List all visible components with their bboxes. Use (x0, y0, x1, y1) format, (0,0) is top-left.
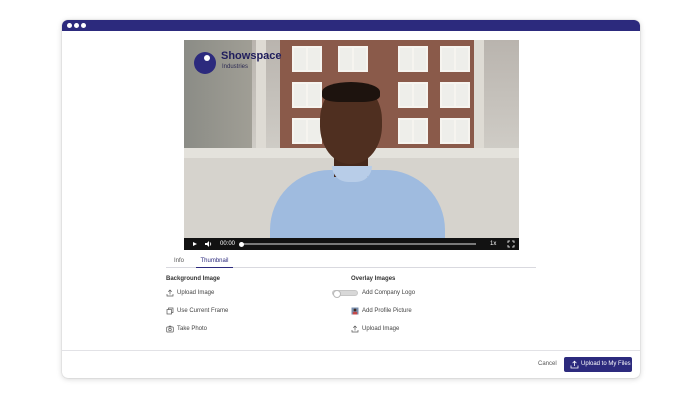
tab-bar: Info Thumbnail (166, 256, 536, 268)
upload-icon (570, 360, 579, 369)
cancel-button[interactable]: Cancel (538, 361, 557, 367)
progress-track[interactable] (240, 243, 476, 245)
tab-thumbnail[interactable]: Thumbnail (196, 256, 233, 268)
window-post (474, 40, 484, 160)
person-hair (322, 82, 380, 102)
upload-icon (351, 325, 359, 333)
progress-handle[interactable] (239, 241, 244, 247)
upload-icon (166, 289, 174, 297)
time-display: 00:00 (220, 241, 236, 247)
window-dot-icon[interactable] (67, 23, 72, 28)
modal-window: Showspace Industries 00:00 1x Info Thumb… (62, 20, 640, 378)
frames-icon (166, 307, 174, 315)
tab-info[interactable]: Info (174, 256, 184, 268)
camera-icon (166, 325, 174, 333)
fullscreen-icon[interactable] (507, 238, 515, 250)
background-image-title: Background Image (166, 276, 221, 282)
window-dot-icon[interactable] (74, 23, 79, 28)
brand-mark-icon (194, 52, 216, 74)
volume-icon[interactable] (204, 238, 213, 250)
play-icon[interactable] (192, 238, 198, 250)
brand-name: Showspace (221, 50, 282, 62)
window-dot-icon[interactable] (81, 23, 86, 28)
upload-button-label: Upload to My Files (581, 361, 631, 367)
overlay-images-title: Overlay Images (351, 276, 396, 282)
video-frame: Showspace Industries (184, 40, 519, 240)
modal-footer: Cancel Upload to My Files (62, 350, 640, 378)
profile-picture-icon (351, 307, 359, 315)
title-bar (62, 20, 640, 31)
company-logo-toggle[interactable] (332, 290, 358, 298)
playback-speed[interactable]: 1x (490, 238, 496, 250)
upload-to-my-files-button[interactable]: Upload to My Files (564, 357, 632, 372)
brand-subtitle: Industries (222, 64, 249, 70)
player-controls: 00:00 1x (184, 238, 519, 250)
video-player[interactable]: Showspace Industries 00:00 1x (184, 40, 519, 250)
